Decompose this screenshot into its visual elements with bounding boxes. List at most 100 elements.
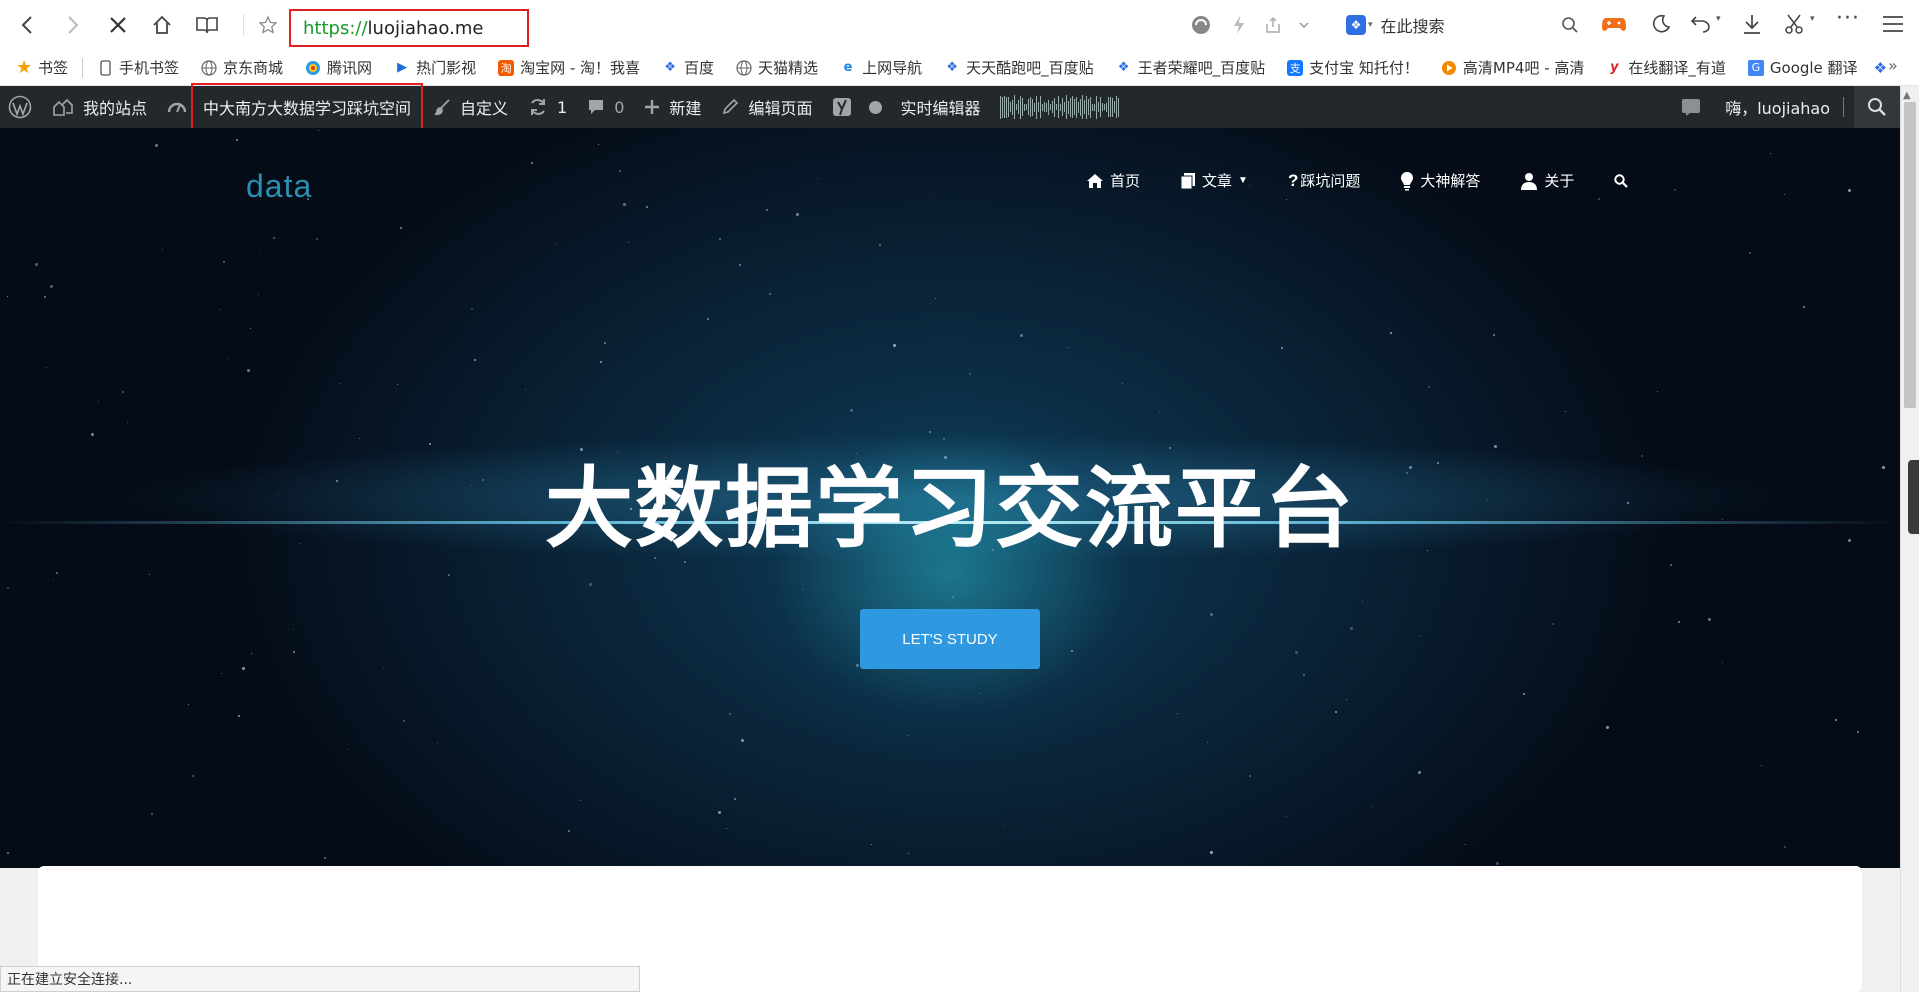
star-dot xyxy=(1761,764,1763,766)
bookmark-item[interactable]: ★ 书签 xyxy=(16,57,68,78)
bookmarks-bar: ★ 书签 手机书签 京东商城 腾讯网 ▶ 热门影视 淘 淘宝网 - 淘！我喜 ❖… xyxy=(0,50,1919,86)
star-dot xyxy=(1071,650,1074,653)
bookmark-item[interactable]: ▶ 热门影视 xyxy=(394,57,476,78)
edit-page-link[interactable]: 编辑页面 xyxy=(711,86,822,128)
chevron-down-icon[interactable] xyxy=(1298,19,1310,31)
bookmark-item[interactable]: 天猫精选 xyxy=(736,57,818,78)
site-name-menu[interactable]: 中大南方大数据学习踩坑空间 xyxy=(191,83,424,131)
dashboard-icon xyxy=(167,102,187,113)
star-dot xyxy=(706,317,709,320)
bookmark-item[interactable]: ❖ 百度 xyxy=(662,57,714,78)
stop-loading-button[interactable] xyxy=(103,10,133,40)
yoast-seo-menu[interactable] xyxy=(822,86,886,128)
bookmark-item[interactable]: 淘 淘宝网 - 淘！我喜 xyxy=(498,57,640,78)
forward-button[interactable] xyxy=(58,10,88,40)
nav-item-issues[interactable]: ? 踩坑问题 xyxy=(1288,170,1360,191)
star-dot xyxy=(221,672,223,674)
star-dot xyxy=(933,196,935,198)
star-dot xyxy=(1210,612,1214,616)
book-icon xyxy=(196,17,218,34)
lightning-icon[interactable] xyxy=(1232,15,1246,35)
bookmark-item[interactable]: 手机书签 xyxy=(97,57,179,78)
dashboard-gauge[interactable] xyxy=(157,86,187,128)
baidu-paw-icon[interactable]: ❖ xyxy=(1874,59,1887,77)
hero-title: 大数据学习交流平台 xyxy=(544,457,1355,560)
new-content-menu[interactable]: 新建 xyxy=(634,86,711,128)
bookmark-label: 百度 xyxy=(684,59,715,77)
bookmark-label: 腾讯网 xyxy=(327,59,373,77)
share-icon[interactable] xyxy=(1264,16,1282,34)
undo-caret-icon[interactable]: ▾ xyxy=(1716,14,1721,24)
bookmark-item[interactable]: y 在线翻译_有道 xyxy=(1606,57,1726,78)
bookmark-item[interactable]: e 上网导航 xyxy=(840,57,922,78)
star-dot xyxy=(338,382,340,384)
nav-item-answers[interactable]: 大神解答 xyxy=(1400,170,1480,191)
brush-icon xyxy=(434,99,450,116)
back-button[interactable] xyxy=(12,10,42,40)
vertical-scrollbar[interactable]: ▲ xyxy=(1900,86,1919,992)
wordpress-icon xyxy=(8,95,32,119)
bookmark-item[interactable]: 京东商城 xyxy=(201,57,283,78)
nav-search-button[interactable] xyxy=(1614,173,1629,188)
baidu-paw-icon[interactable]: ❖ xyxy=(1346,15,1366,35)
download-icon[interactable] xyxy=(1742,13,1762,35)
reader-button[interactable] xyxy=(192,10,222,40)
bookmark-item[interactable]: 高清MP4吧 - 高清 xyxy=(1441,57,1584,78)
bookmark-star-button[interactable] xyxy=(253,10,283,40)
bookmark-item[interactable]: 腾讯网 xyxy=(305,57,372,78)
undo-icon[interactable] xyxy=(1690,14,1712,34)
moon-icon[interactable] xyxy=(1651,14,1671,34)
caret-down-icon[interactable]: ▾ xyxy=(1368,20,1373,30)
search-input[interactable]: 在此搜索 xyxy=(1381,13,1445,37)
star-dot xyxy=(1428,385,1431,388)
gamepad-icon[interactable] xyxy=(1601,13,1627,35)
scissors-icon[interactable] xyxy=(1784,13,1806,35)
star-dot xyxy=(396,383,398,385)
pencil-icon xyxy=(723,98,739,115)
bookmark-item[interactable]: G Google 翻译 xyxy=(1747,57,1858,78)
menu-icon[interactable] xyxy=(1882,15,1904,33)
notifications-button[interactable] xyxy=(1671,86,1711,128)
comments-link[interactable]: 0 xyxy=(577,86,634,128)
star-dot xyxy=(1784,845,1787,848)
scroll-up-arrow-icon[interactable]: ▲ xyxy=(1903,90,1911,101)
scrollbar-thumb[interactable] xyxy=(1904,102,1916,408)
star-dot xyxy=(403,719,406,722)
customize-link[interactable]: 自定义 xyxy=(423,86,518,128)
chevron-double-right-icon[interactable]: » xyxy=(1888,56,1898,75)
star-dot xyxy=(474,358,477,361)
my-sites-menu[interactable]: 我的站点 xyxy=(42,86,157,128)
search-engine-box[interactable]: ❖ ▾ 在此搜索 xyxy=(1346,12,1445,38)
star-dot xyxy=(292,628,294,630)
nav-item-articles[interactable]: 文章 ▼ xyxy=(1180,170,1248,191)
more-icon[interactable]: ··· xyxy=(1836,6,1860,31)
address-bar[interactable]: https://luojiahao.me xyxy=(289,9,529,47)
nav-item-home[interactable]: 首页 xyxy=(1086,170,1140,191)
star-dot xyxy=(870,843,872,845)
wp-logo-menu[interactable] xyxy=(0,86,42,128)
admin-search-button[interactable] xyxy=(1854,86,1900,128)
bookmark-item[interactable]: 支 支付宝 知托付！ xyxy=(1287,57,1419,78)
home-button[interactable] xyxy=(147,10,177,40)
lets-study-button[interactable]: LET'S STUDY xyxy=(860,609,1040,669)
star-dot xyxy=(1857,730,1860,733)
site-logo[interactable]: data xyxy=(246,168,312,205)
compat-mode-icon[interactable] xyxy=(1190,14,1212,36)
search-icon[interactable] xyxy=(1561,16,1579,34)
live-editor-link[interactable]: 实时编辑器 xyxy=(886,86,990,128)
caret-down-icon: ▼ xyxy=(1238,175,1248,186)
scissors-caret-icon[interactable]: ▾ xyxy=(1810,14,1815,24)
my-account-menu[interactable]: 嗨，luojiahao xyxy=(1711,86,1854,128)
star-dot xyxy=(148,574,150,576)
star-dot xyxy=(6,296,8,298)
bookmark-item[interactable]: ❖ 天天酷跑吧_百度贴 xyxy=(944,57,1093,78)
url-scheme: https:// xyxy=(303,17,368,39)
bookmark-item[interactable]: ❖ 王者荣耀吧_百度贴 xyxy=(1116,57,1265,78)
star-dot xyxy=(259,249,261,251)
side-panel-handle[interactable] xyxy=(1908,460,1919,534)
star-dot xyxy=(237,714,240,717)
nav-item-about[interactable]: 关于 xyxy=(1520,170,1574,191)
star-dot xyxy=(399,227,402,230)
star-dot xyxy=(623,203,627,207)
updates-link[interactable]: 1 xyxy=(518,86,577,128)
